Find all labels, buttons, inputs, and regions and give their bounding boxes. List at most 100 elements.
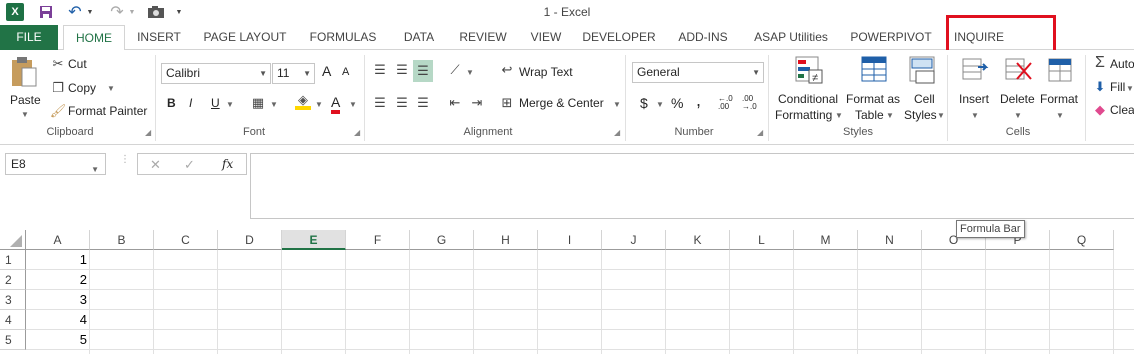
alignment-launcher-icon[interactable]: ◢ [614, 128, 620, 137]
grow-font-button[interactable]: A [322, 63, 331, 79]
tab-page-layout[interactable]: PAGE LAYOUT [197, 25, 293, 50]
merge-center-icon[interactable]: ⊞ [499, 95, 515, 111]
column-header-f[interactable]: F [346, 230, 410, 250]
column-header-h[interactable]: H [474, 230, 538, 250]
copy-button[interactable]: Copy [68, 81, 96, 95]
clipboard-launcher-icon[interactable]: ◢ [145, 128, 151, 137]
fill-dropdown-icon[interactable]: ▼ [1126, 84, 1134, 93]
paste-icon[interactable] [10, 56, 40, 87]
row-header-1[interactable]: 1 [0, 250, 26, 270]
delete-cells-button[interactable]: Delete [1000, 92, 1035, 106]
delete-dropdown-icon[interactable]: ▼ [1014, 111, 1022, 120]
column-header-b[interactable]: B [90, 230, 154, 250]
increase-decimal-button[interactable]: ←.0 .00 [718, 95, 738, 111]
percent-button[interactable]: % [671, 95, 683, 111]
tab-asap-utilities[interactable]: ASAP Utilities [746, 25, 836, 50]
underline-dropdown-icon[interactable]: ▼ [226, 100, 234, 109]
insert-dropdown-icon[interactable]: ▼ [971, 111, 979, 120]
merge-center-button[interactable]: Merge & Center [519, 96, 604, 110]
align-top-icon[interactable]: ☰ [372, 62, 388, 78]
tab-data[interactable]: DATA [394, 25, 444, 50]
cell-a3[interactable]: 3 [26, 290, 90, 310]
delete-cells-icon[interactable] [1003, 55, 1033, 85]
format-as-table-label-1[interactable]: Format as [846, 92, 900, 106]
copy-dropdown-icon[interactable]: ▼ [107, 84, 115, 93]
worksheet-grid[interactable]: ABCDEFGHIJKLMNOPQ 12345 12345 [0, 230, 1134, 354]
cut-button[interactable]: Cut [68, 57, 87, 71]
font-color-dropdown-icon[interactable]: ▼ [349, 100, 357, 109]
column-header-q[interactable]: Q [1050, 230, 1114, 250]
select-all-button[interactable] [0, 230, 26, 250]
orientation-icon[interactable]: ⟋ [447, 62, 463, 78]
align-center-icon[interactable]: ☰ [394, 95, 410, 111]
bold-button[interactable]: B [167, 96, 176, 110]
tab-powerpivot[interactable]: POWERPIVOT [846, 25, 936, 50]
column-header-e[interactable]: E [282, 230, 346, 250]
insert-cells-button[interactable]: Insert [959, 92, 989, 106]
fill-color-icon[interactable]: ◈ [295, 92, 311, 110]
comma-button[interactable]: , [696, 90, 701, 111]
decrease-indent-icon[interactable]: ⇤ [447, 95, 463, 111]
format-as-table-dropdown-icon[interactable]: ▼ [886, 111, 894, 120]
enter-entry-button[interactable]: ✓ [184, 157, 195, 173]
copy-icon[interactable]: ❐ [50, 80, 66, 96]
cell-a2[interactable]: 2 [26, 270, 90, 290]
cut-icon[interactable]: ✂ [50, 56, 66, 72]
tab-developer[interactable]: DEVELOPER [579, 25, 659, 50]
underline-button[interactable]: U [211, 96, 220, 110]
column-header-l[interactable]: L [730, 230, 794, 250]
align-bottom-icon[interactable]: ☰ [413, 60, 433, 82]
column-header-d[interactable]: D [218, 230, 282, 250]
tab-home[interactable]: HOME [63, 25, 125, 51]
cancel-entry-button[interactable]: ✕ [150, 157, 161, 173]
column-header-g[interactable]: G [410, 230, 474, 250]
tab-insert[interactable]: INSERT [131, 25, 187, 50]
column-header-m[interactable]: M [794, 230, 858, 250]
column-header-n[interactable]: N [858, 230, 922, 250]
row-header-5[interactable]: 5 [0, 330, 26, 350]
tab-view[interactable]: VIEW [524, 25, 568, 50]
paste-dropdown-icon[interactable]: ▼ [21, 110, 29, 119]
format-painter-button[interactable]: Format Painter [68, 104, 147, 118]
cell-a1[interactable]: 1 [26, 250, 90, 270]
number-launcher-icon[interactable]: ◢ [757, 128, 763, 137]
increase-indent-icon[interactable]: ⇥ [469, 95, 485, 111]
font-size-combo[interactable]: 11 ▼ [272, 63, 315, 84]
column-header-a[interactable]: A [26, 230, 90, 250]
row-header-4[interactable]: 4 [0, 310, 26, 330]
fill-color-dropdown-icon[interactable]: ▼ [315, 100, 323, 109]
currency-button[interactable]: $ [640, 95, 648, 111]
autosum-button[interactable]: Auto [1110, 57, 1134, 71]
font-launcher-icon[interactable]: ◢ [354, 128, 360, 137]
formula-bar-splitter[interactable]: ⋮ [120, 155, 130, 171]
paste-button[interactable]: Paste [10, 93, 41, 107]
column-header-i[interactable]: I [538, 230, 602, 250]
borders-dropdown-icon[interactable]: ▼ [270, 100, 278, 109]
font-name-combo[interactable]: Calibri ▼ [161, 63, 271, 84]
clear-icon[interactable]: ◆ [1092, 102, 1108, 118]
tab-review[interactable]: REVIEW [453, 25, 513, 50]
tab-file[interactable]: FILE [0, 25, 58, 50]
italic-button[interactable]: I [189, 96, 192, 110]
row-header-2[interactable]: 2 [0, 270, 26, 290]
insert-function-button[interactable]: fx [222, 157, 233, 171]
name-box[interactable]: E8 ▼ [5, 153, 106, 175]
cell-styles-label-2[interactable]: Styles [904, 108, 937, 122]
merge-center-dropdown-icon[interactable]: ▼ [613, 100, 621, 109]
align-middle-icon[interactable]: ☰ [394, 62, 410, 78]
format-as-table-icon[interactable] [860, 55, 890, 85]
formula-input[interactable] [250, 153, 1134, 219]
font-color-button[interactable]: A [331, 94, 341, 114]
clear-button[interactable]: Clea [1110, 103, 1134, 117]
orientation-dropdown-icon[interactable]: ▼ [466, 68, 474, 77]
row-header-3[interactable]: 3 [0, 290, 26, 310]
format-cells-button[interactable]: Format [1040, 92, 1078, 106]
cell-a5[interactable]: 5 [26, 330, 90, 350]
format-as-table-label-2[interactable]: Table [855, 108, 884, 122]
column-header-k[interactable]: K [666, 230, 730, 250]
column-header-c[interactable]: C [154, 230, 218, 250]
cell-styles-label-1[interactable]: Cell [914, 92, 935, 106]
insert-cells-icon[interactable] [960, 55, 990, 85]
autosum-icon[interactable]: Σ [1092, 54, 1108, 71]
currency-dropdown-icon[interactable]: ▼ [656, 100, 664, 109]
